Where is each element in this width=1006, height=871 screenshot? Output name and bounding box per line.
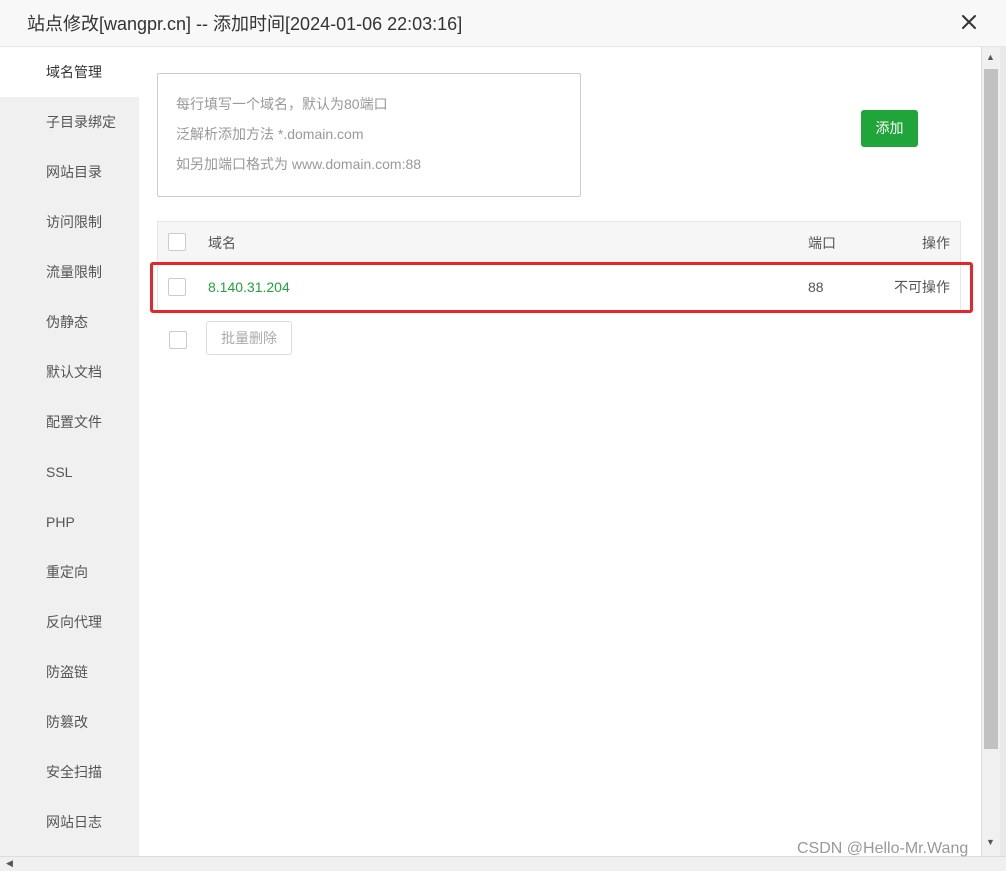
scroll-thumb[interactable] — [984, 69, 998, 749]
horizontal-scrollbar[interactable]: ◀ — [0, 856, 1006, 871]
add-button[interactable]: 添加 — [861, 110, 918, 147]
sidebar-item-default-document[interactable]: 默认文档 — [0, 347, 139, 397]
domain-table: 域名 端口 操作 8.140.31.204 88 不可操作 — [157, 221, 961, 311]
table-row: 8.140.31.204 88 不可操作 — [158, 265, 960, 310]
close-icon[interactable] — [958, 11, 980, 33]
sidebar-item-reverse-proxy[interactable]: 反向代理 — [0, 597, 139, 647]
site-edit-dialog: 站点修改[wangpr.cn] -- 添加时间[2024-01-06 22:03… — [0, 0, 1006, 856]
sidebar: 域名管理 子目录绑定 网站目录 访问限制 流量限制 伪静态 默认文档 配置文件 … — [0, 47, 139, 856]
batch-delete-button[interactable]: 批量删除 — [206, 321, 292, 355]
placeholder-line: 泛解析添加方法 *.domain.com — [176, 126, 364, 142]
dialog-titlebar: 站点修改[wangpr.cn] -- 添加时间[2024-01-06 22:03… — [0, 0, 1006, 47]
sidebar-item-ssl[interactable]: SSL — [0, 447, 139, 497]
row-checkbox[interactable] — [168, 278, 186, 296]
vertical-scrollbar[interactable]: ▲ ▼ — [981, 47, 1000, 856]
header-action: 操作 — [922, 235, 950, 251]
scroll-down-icon[interactable]: ▼ — [986, 837, 995, 847]
domain-link[interactable]: 8.140.31.204 — [208, 277, 290, 297]
placeholder-line: 如另加端口格式为 www.domain.com:88 — [176, 156, 422, 172]
select-all-checkbox[interactable] — [168, 233, 186, 251]
sidebar-item-security-scan[interactable]: 安全扫描 — [0, 747, 139, 797]
sidebar-item-redirect[interactable]: 重定向 — [0, 547, 139, 597]
domain-textarea[interactable]: 每行填写一个域名，默认为80端口 泛解析添加方法 *.domain.com 如另… — [157, 73, 581, 197]
scroll-up-icon[interactable]: ▲ — [986, 52, 995, 62]
placeholder-line: 每行填写一个域名，默认为80端口 — [176, 96, 388, 112]
header-port: 端口 — [808, 235, 836, 251]
sidebar-item-php[interactable]: PHP — [0, 497, 139, 547]
sidebar-item-site-directory[interactable]: 网站目录 — [0, 147, 139, 197]
action-text: 不可操作 — [894, 279, 950, 295]
sidebar-item-rewrite[interactable]: 伪静态 — [0, 297, 139, 347]
sidebar-item-traffic-limit[interactable]: 流量限制 — [0, 247, 139, 297]
main-panel: 每行填写一个域名，默认为80端口 泛解析添加方法 *.domain.com 如另… — [139, 47, 981, 856]
sidebar-item-access-limit[interactable]: 访问限制 — [0, 197, 139, 247]
scroll-left-icon[interactable]: ◀ — [6, 858, 13, 869]
sidebar-item-hotlink-protection[interactable]: 防盗链 — [0, 647, 139, 697]
batch-select-checkbox[interactable] — [169, 331, 187, 349]
sidebar-item-site-log[interactable]: 网站日志 — [0, 797, 139, 847]
sidebar-item-domain-management[interactable]: 域名管理 — [0, 47, 139, 97]
dialog-title: 站点修改[wangpr.cn] -- 添加时间[2024-01-06 22:03… — [27, 14, 463, 34]
sidebar-item-subdirectory-binding[interactable]: 子目录绑定 — [0, 97, 139, 147]
sidebar-item-config-file[interactable]: 配置文件 — [0, 397, 139, 447]
table-header: 域名 端口 操作 — [158, 222, 960, 265]
port-value: 88 — [808, 279, 824, 295]
header-domain: 域名 — [208, 235, 236, 251]
sidebar-item-tamper-proof[interactable]: 防篡改 — [0, 697, 139, 747]
watermark: CSDN @Hello-Mr.Wang — [797, 840, 969, 857]
